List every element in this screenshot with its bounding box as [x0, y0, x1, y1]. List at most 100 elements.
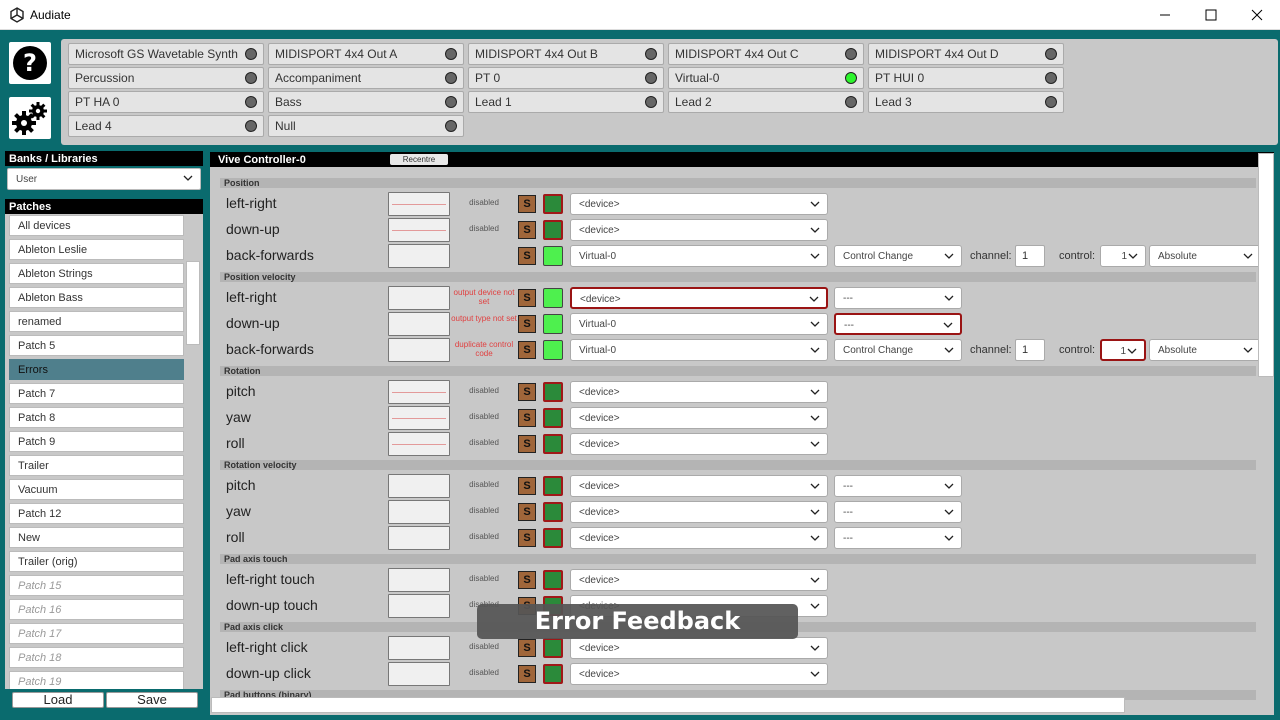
patch-item[interactable]: Ableton Strings [9, 263, 184, 284]
message-type-dropdown[interactable]: --- [834, 527, 962, 549]
enable-toggle[interactable] [543, 246, 563, 266]
device-toggle[interactable]: Lead 3 [868, 91, 1064, 113]
horizontal-scrollbar[interactable] [211, 697, 1125, 713]
message-type-dropdown[interactable]: --- [834, 475, 962, 497]
device-toggle[interactable]: MIDISPORT 4x4 Out D [868, 43, 1064, 65]
solo-button[interactable]: S [518, 639, 536, 657]
solo-button[interactable]: S [518, 529, 536, 547]
solo-button[interactable]: S [518, 571, 536, 589]
device-toggle[interactable]: Lead 2 [668, 91, 864, 113]
enable-toggle[interactable] [543, 194, 563, 214]
patch-item[interactable]: renamed [9, 311, 184, 332]
enable-toggle[interactable] [543, 570, 563, 590]
enable-toggle[interactable] [543, 408, 563, 428]
device-toggle[interactable]: Percussion [68, 67, 264, 89]
device-dropdown[interactable]: <device> [570, 219, 828, 241]
patch-item[interactable]: Ableton Bass [9, 287, 184, 308]
enable-toggle[interactable] [543, 502, 563, 522]
device-toggle[interactable]: PT 0 [468, 67, 664, 89]
patch-item[interactable]: Vacuum [9, 479, 184, 500]
solo-button[interactable]: S [518, 315, 536, 333]
device-dropdown[interactable]: <device> [570, 569, 828, 591]
channel-input[interactable]: 1 [1015, 245, 1045, 267]
patch-item[interactable]: Patch 12 [9, 503, 184, 524]
load-button[interactable]: Load [12, 692, 104, 708]
patch-item[interactable]: Patch 15 [9, 575, 184, 596]
device-toggle[interactable]: Null [268, 115, 464, 137]
solo-button[interactable]: S [518, 195, 536, 213]
device-dropdown[interactable]: Virtual-0 [570, 339, 828, 361]
patch-item[interactable]: Patch 17 [9, 623, 184, 644]
enable-toggle[interactable] [543, 340, 563, 360]
device-dropdown[interactable]: <device> [570, 381, 828, 403]
patch-list-scrollbar[interactable] [186, 261, 200, 345]
device-toggle[interactable]: Lead 4 [68, 115, 264, 137]
device-toggle[interactable]: MIDISPORT 4x4 Out A [268, 43, 464, 65]
solo-button[interactable]: S [518, 247, 536, 265]
device-dropdown[interactable]: <device> [570, 475, 828, 497]
patch-item[interactable]: Patch 5 [9, 335, 184, 356]
patch-item[interactable]: All devices [9, 215, 184, 236]
device-dropdown[interactable]: <device> [570, 287, 828, 309]
device-dropdown[interactable]: <device> [570, 433, 828, 455]
patch-item[interactable]: Patch 8 [9, 407, 184, 428]
device-toggle[interactable]: Lead 1 [468, 91, 664, 113]
enable-toggle[interactable] [543, 638, 563, 658]
patch-item[interactable]: Ableton Leslie [9, 239, 184, 260]
mode-dropdown[interactable]: Absolute [1149, 339, 1261, 361]
enable-toggle[interactable] [543, 434, 563, 454]
recentre-button[interactable]: Recentre [390, 154, 448, 165]
patch-item[interactable]: Trailer [9, 455, 184, 476]
help-button[interactable]: ? [9, 42, 51, 84]
device-toggle[interactable]: Microsoft GS Wavetable Synth [68, 43, 264, 65]
enable-toggle[interactable] [543, 664, 563, 684]
device-dropdown[interactable]: Virtual-0 [570, 313, 828, 335]
bank-select[interactable]: User [7, 168, 201, 190]
solo-button[interactable]: S [518, 665, 536, 683]
maximize-button[interactable] [1188, 0, 1234, 30]
enable-toggle[interactable] [543, 382, 563, 402]
patch-item[interactable]: Patch 7 [9, 383, 184, 404]
close-button[interactable] [1234, 0, 1280, 30]
device-dropdown[interactable]: <device> [570, 407, 828, 429]
save-button[interactable]: Save [106, 692, 198, 708]
vertical-scrollbar[interactable] [1258, 153, 1274, 377]
solo-button[interactable]: S [518, 435, 536, 453]
control-dropdown[interactable]: 1 [1100, 245, 1146, 267]
message-type-dropdown[interactable]: --- [834, 313, 962, 335]
message-type-dropdown[interactable]: Control Change [834, 339, 962, 361]
minimize-button[interactable] [1142, 0, 1188, 30]
solo-button[interactable]: S [518, 221, 536, 239]
device-toggle[interactable]: Bass [268, 91, 464, 113]
solo-button[interactable]: S [518, 503, 536, 521]
patch-item[interactable]: Patch 16 [9, 599, 184, 620]
patch-item[interactable]: New [9, 527, 184, 548]
device-dropdown[interactable]: <device> [570, 637, 828, 659]
device-dropdown[interactable]: <device> [570, 663, 828, 685]
solo-button[interactable]: S [518, 409, 536, 427]
device-toggle[interactable]: Accompaniment [268, 67, 464, 89]
channel-input[interactable]: 1 [1015, 339, 1045, 361]
solo-button[interactable]: S [518, 341, 536, 359]
enable-toggle[interactable] [543, 314, 563, 334]
device-toggle[interactable]: PT HA 0 [68, 91, 264, 113]
solo-button[interactable]: S [518, 289, 536, 307]
settings-button[interactable] [9, 97, 51, 139]
enable-toggle[interactable] [543, 220, 563, 240]
patch-item[interactable]: Errors [9, 359, 184, 380]
device-toggle[interactable]: Virtual-0 [668, 67, 864, 89]
device-toggle[interactable]: MIDISPORT 4x4 Out B [468, 43, 664, 65]
mode-dropdown[interactable]: Absolute [1149, 245, 1261, 267]
enable-toggle[interactable] [543, 528, 563, 548]
solo-button[interactable]: S [518, 383, 536, 401]
device-dropdown[interactable]: Virtual-0 [570, 245, 828, 267]
patch-item[interactable]: Patch 18 [9, 647, 184, 668]
solo-button[interactable]: S [518, 477, 536, 495]
control-dropdown[interactable]: 1 [1100, 339, 1146, 361]
enable-toggle[interactable] [543, 476, 563, 496]
device-dropdown[interactable]: <device> [570, 193, 828, 215]
patch-item[interactable]: Patch 19 [9, 671, 184, 689]
message-type-dropdown[interactable]: Control Change [834, 245, 962, 267]
patch-item[interactable]: Trailer (orig) [9, 551, 184, 572]
device-dropdown[interactable]: <device> [570, 501, 828, 523]
